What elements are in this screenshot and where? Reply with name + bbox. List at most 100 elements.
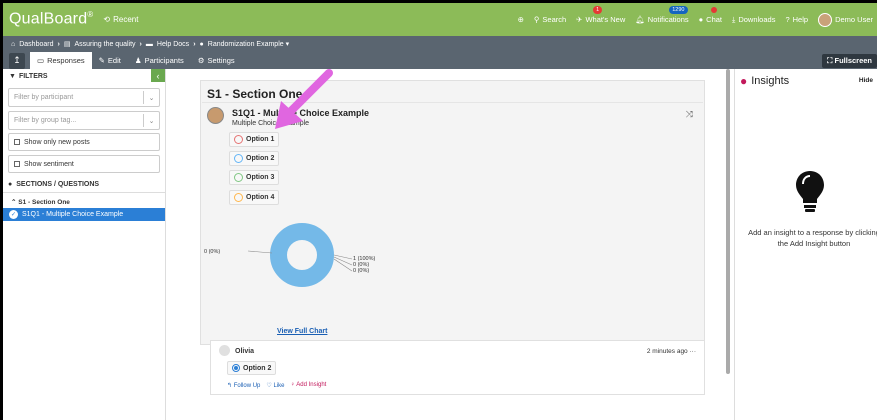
top-bar: QualBoard® ⟲ Recent ⊕ ⚲ Search ✈ What's Ne… [3,3,877,36]
avatar [207,107,224,124]
sections-heading: ● SECTIONS / QUESTIONS [3,173,165,193]
notifications-badge: 1290 [669,6,688,14]
tab-settings[interactable]: ⚙ Settings [191,52,242,69]
search-button[interactable]: ⚲ Search [534,15,566,24]
edit-icon: ✎ [98,56,105,65]
recent-button[interactable]: ⟲ Recent [103,15,138,24]
bell-icon: 🔔︎ [635,15,645,24]
breadcrumb-board-dropdown[interactable]: Randomization Example ▾ [208,40,289,48]
dashboard-icon: ⌂ [11,40,16,48]
group-tag-filter[interactable]: Filter by group tag... ⌄ [8,111,160,130]
view-full-chart-link[interactable]: View Full Chart [277,328,327,335]
avatar [219,345,230,356]
tab-responses[interactable]: ▭ Responses [30,52,92,69]
filters-panel: ‹ ▼ FILTERS Filter by participant ⌄ Filter… [3,69,166,420]
whats-new-button[interactable]: ✈ What's New 1 [576,6,625,24]
chat-dot [710,7,717,13]
radio-icon [234,135,243,144]
radio-icon [234,154,243,163]
chat-button[interactable]: ● Chat [698,7,722,24]
hide-insights-button[interactable]: Hide [859,77,873,84]
help-icon: ? [785,15,790,24]
tab-participants[interactable]: ♟ Participants [128,52,191,69]
megaphone-icon: ✈ [576,15,583,24]
response-donut-chart: 0 (0%)1 (100%)0 (0%)0 (0%) [204,223,375,287]
life-ring-button[interactable]: ⊕ [518,15,524,24]
participant-name[interactable]: Olivia [235,348,254,355]
annotation-arrow [275,69,333,129]
more-options-button[interactable]: ··· [690,348,697,355]
whats-new-badge: 1 [593,6,603,14]
insights-heading: ● Insights [740,74,790,88]
new-posts-checkbox[interactable]: Show only new posts [8,133,160,151]
breadcrumb-separator: › [193,40,196,48]
sentiment-checkbox[interactable]: Show sentiment [8,155,160,173]
download-icon: ⤓ [732,14,736,24]
option-1: Option 1 [229,132,280,147]
shuffle-icon[interactable]: ⤨ [686,109,693,120]
filter-icon: ▼ [9,73,16,80]
app-frame: QualBoard® ⟲ Recent ⊕ ⚲ Search ✈ What's Ne… [3,3,877,420]
chevron-down-icon: ⌄ [143,91,159,104]
tab-edit[interactable]: ✎ Edit [92,52,128,69]
radio-selected-icon [232,364,240,372]
breadcrumb-help-docs[interactable]: Help Docs [157,41,189,48]
lightbulb-icon [796,171,824,212]
folder-icon: ▤ [63,41,71,48]
insights-panel: ● Insights Hide Add an insight to a resp… [734,69,877,420]
breadcrumb-dashboard[interactable]: Dashboard [19,41,53,48]
fullscreen-button[interactable]: ⛶ Fullscreen [822,53,877,68]
breadcrumb-separator: › [57,40,60,48]
chat-icon: ● [698,15,704,24]
user-avatar [818,12,833,27]
responses-icon: ▭ [37,56,45,65]
response-time: 2 minutes ago ··· [646,348,697,355]
home-icon: ↥ [13,55,21,65]
radio-icon [234,173,243,182]
breadcrumb: ⌂ Dashboard › ▤ Assuring the quality › ▬… [3,36,877,52]
filters-heading: ▼ FILTERS [9,73,48,80]
search-icon: ⚲ [533,15,540,24]
user-menu[interactable]: Demo User [818,12,873,27]
checkbox [14,161,20,167]
collapse-panel-button[interactable]: ‹ [151,69,165,82]
participant-filter[interactable]: Filter by participant ⌄ [8,88,160,107]
option-2: Option 2 [229,151,280,166]
donut-slice-2 [270,223,334,287]
folder-icon: ▬ [145,40,153,48]
chevron-down-icon: ⌄ [143,114,159,127]
response-actions: ↰ Follow Up ♡ Like ♀ Add Insight [227,382,326,389]
downloads-button[interactable]: ⤓ Downloads [732,15,775,25]
gear-icon: ⚙ [197,56,205,65]
insights-empty-message: Add an insight to a response by clicking… [748,228,877,248]
data-label: 0 (0%) [353,268,369,274]
chevron-left-icon: ‹ [156,70,160,81]
follow-up-button[interactable]: ↰ Follow Up [227,382,260,389]
response-answer: Option 2 [227,361,277,375]
breadcrumb-project[interactable]: Assuring the quality [74,41,135,48]
chat-bubbles-icon: ● [199,40,204,48]
question-card: S1Q1 - Multiple Choice Example Multiple … [202,102,703,344]
question-item-selected[interactable]: ✓ S1Q1 - Multiple Choice Example [3,208,165,221]
section-item[interactable]: ⌃ S1 - Section One [3,193,165,206]
insight-bulb-icon: ● [740,74,748,88]
option-4: Option 4 [229,190,280,205]
radio-icon [234,193,243,202]
check-icon: ✓ [9,210,18,219]
like-button[interactable]: ♡ Like [266,382,284,389]
add-insight-button[interactable]: ♀ Add Insight [290,382,326,389]
scrollbar[interactable] [726,69,730,374]
breadcrumb-separator: › [139,40,142,48]
response-card: Olivia 2 minutes ago ··· Option 2 ↰ Foll… [210,340,705,395]
home-button[interactable]: ↥ [9,52,25,69]
help-button[interactable]: ? Help [785,15,808,24]
participants-icon: ♟ [134,56,142,65]
top-nav: ⊕ ⚲ Search ✈ What's New 1 🔔︎ Notifications 12… [518,6,877,27]
checkbox [14,139,20,145]
data-label: 0 (0%) [204,249,220,255]
notifications-button[interactable]: 🔔︎ Notifications 1290 [635,6,689,24]
app-logo[interactable]: QualBoard® [3,10,93,28]
chat-bubbles-icon: ● [8,181,13,188]
tab-bar: ↥ ▭ Responses ✎ Edit ♟ Participants ⚙ Settin… [3,52,877,69]
leader-line [247,250,273,254]
